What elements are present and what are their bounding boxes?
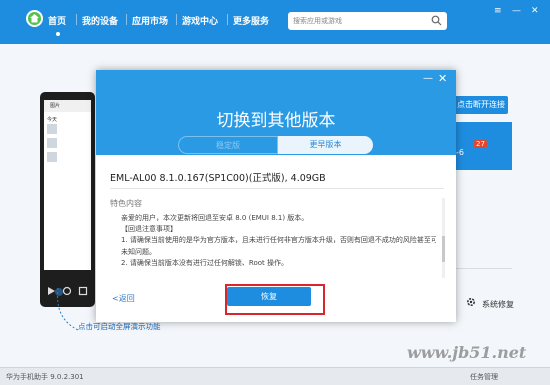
device-info-card[interactable]: 27 -6 (454, 122, 512, 170)
dialog-divider (110, 188, 444, 189)
app-logo-icon (26, 10, 43, 27)
notification-badge: 27 (474, 140, 487, 148)
device-card-text: -6 (456, 148, 464, 157)
nav-home[interactable]: 首页 (48, 14, 66, 27)
gear-icon[interactable] (466, 297, 476, 307)
nav-divider (176, 14, 177, 25)
disconnect-button[interactable]: 点击断开连接 (454, 96, 508, 114)
release-note-line: 未知问题。 (121, 247, 156, 256)
system-repair-link[interactable]: 系统修复 (482, 299, 514, 310)
fullscreen-hint-text: 点击可启动全屏演示功能 (78, 322, 161, 331)
release-note-line: 2. 请确保当前版本没有进行过任何解锁、Root 操作。 (121, 258, 288, 267)
nav-app-market[interactable]: 应用市场 (132, 14, 168, 27)
version-tabs: 稳定版 更早版本 (178, 136, 373, 154)
dialog-title: 切换到其他版本 (216, 111, 336, 131)
nav-active-indicator (56, 32, 60, 36)
dialog-minimize-icon[interactable]: — (423, 73, 433, 84)
dialog-close-icon[interactable]: ✕ (438, 72, 447, 85)
status-bar: 华为手机助手 9.0.2.301 任务管理 (0, 367, 550, 385)
search-icon[interactable] (431, 15, 442, 26)
app-version-label: 华为手机助手 9.0.2.301 (6, 373, 84, 381)
nav-game-center[interactable]: 游戏中心 (182, 14, 218, 27)
phone-thumbnail (47, 124, 57, 134)
minimize-icon[interactable]: — (512, 6, 521, 16)
phone-date-label: 今天 (47, 117, 58, 123)
back-link[interactable]: <返回 (112, 293, 135, 304)
release-note-line: 1. 请确保当前使用的是华为官方版本，且未进行任何非官方版本升级，否则有回退不成… (121, 236, 436, 245)
highlight-box (225, 284, 325, 315)
site-watermark: www.jb51.net (407, 343, 527, 362)
nav-more-services[interactable]: 更多服务 (233, 14, 269, 27)
tab-stable-version[interactable]: 稳定版 (178, 136, 278, 154)
phone-preview[interactable]: 图片 今天 (40, 92, 95, 307)
task-manager-link[interactable]: 任务管理 (470, 372, 498, 382)
phone-thumbnail (47, 152, 57, 162)
phone-screen: 图片 今天 (44, 100, 91, 270)
tab-earlier-version[interactable]: 更早版本 (278, 136, 373, 154)
search-box[interactable]: 搜索应用或游戏 (288, 12, 447, 30)
phone-status-bar: 图片 (44, 100, 91, 112)
nav-my-devices[interactable]: 我的设备 (82, 14, 118, 27)
top-nav-bar: 首页 我的设备 应用市场 游戏中心 更多服务 搜索应用或游戏 ≡ — ✕ (0, 0, 550, 44)
section-divider (454, 268, 512, 269)
nav-divider (227, 14, 228, 25)
release-note-line: 【回退注意事项】 (121, 225, 177, 234)
close-icon[interactable]: ✕ (531, 6, 539, 16)
phone-thumbnail (47, 138, 57, 148)
search-input[interactable]: 搜索应用或游戏 (293, 16, 342, 26)
release-note-line: 亲爱的用户，本次更新将回退至安卓 8.0 (EMUI 8.1) 版本。 (121, 214, 309, 222)
menu-icon[interactable]: ≡ (494, 6, 502, 16)
phone-app-title: 图片 (50, 103, 61, 109)
nav-divider (126, 14, 127, 25)
feature-title: 特色内容 (110, 199, 142, 208)
scrollbar-thumb[interactable] (442, 236, 445, 262)
release-notes: 亲爱的用户，本次更新将回退至安卓 8.0 (EMUI 8.1) 版本。 【回退注… (121, 213, 436, 269)
dialog-header: — ✕ 切换到其他版本 稳定版 更早版本 (96, 70, 456, 155)
version-info: EML-AL00 8.1.0.167(SP1C00)(正式版), 4.09GB (110, 173, 326, 184)
nav-divider (76, 14, 77, 25)
